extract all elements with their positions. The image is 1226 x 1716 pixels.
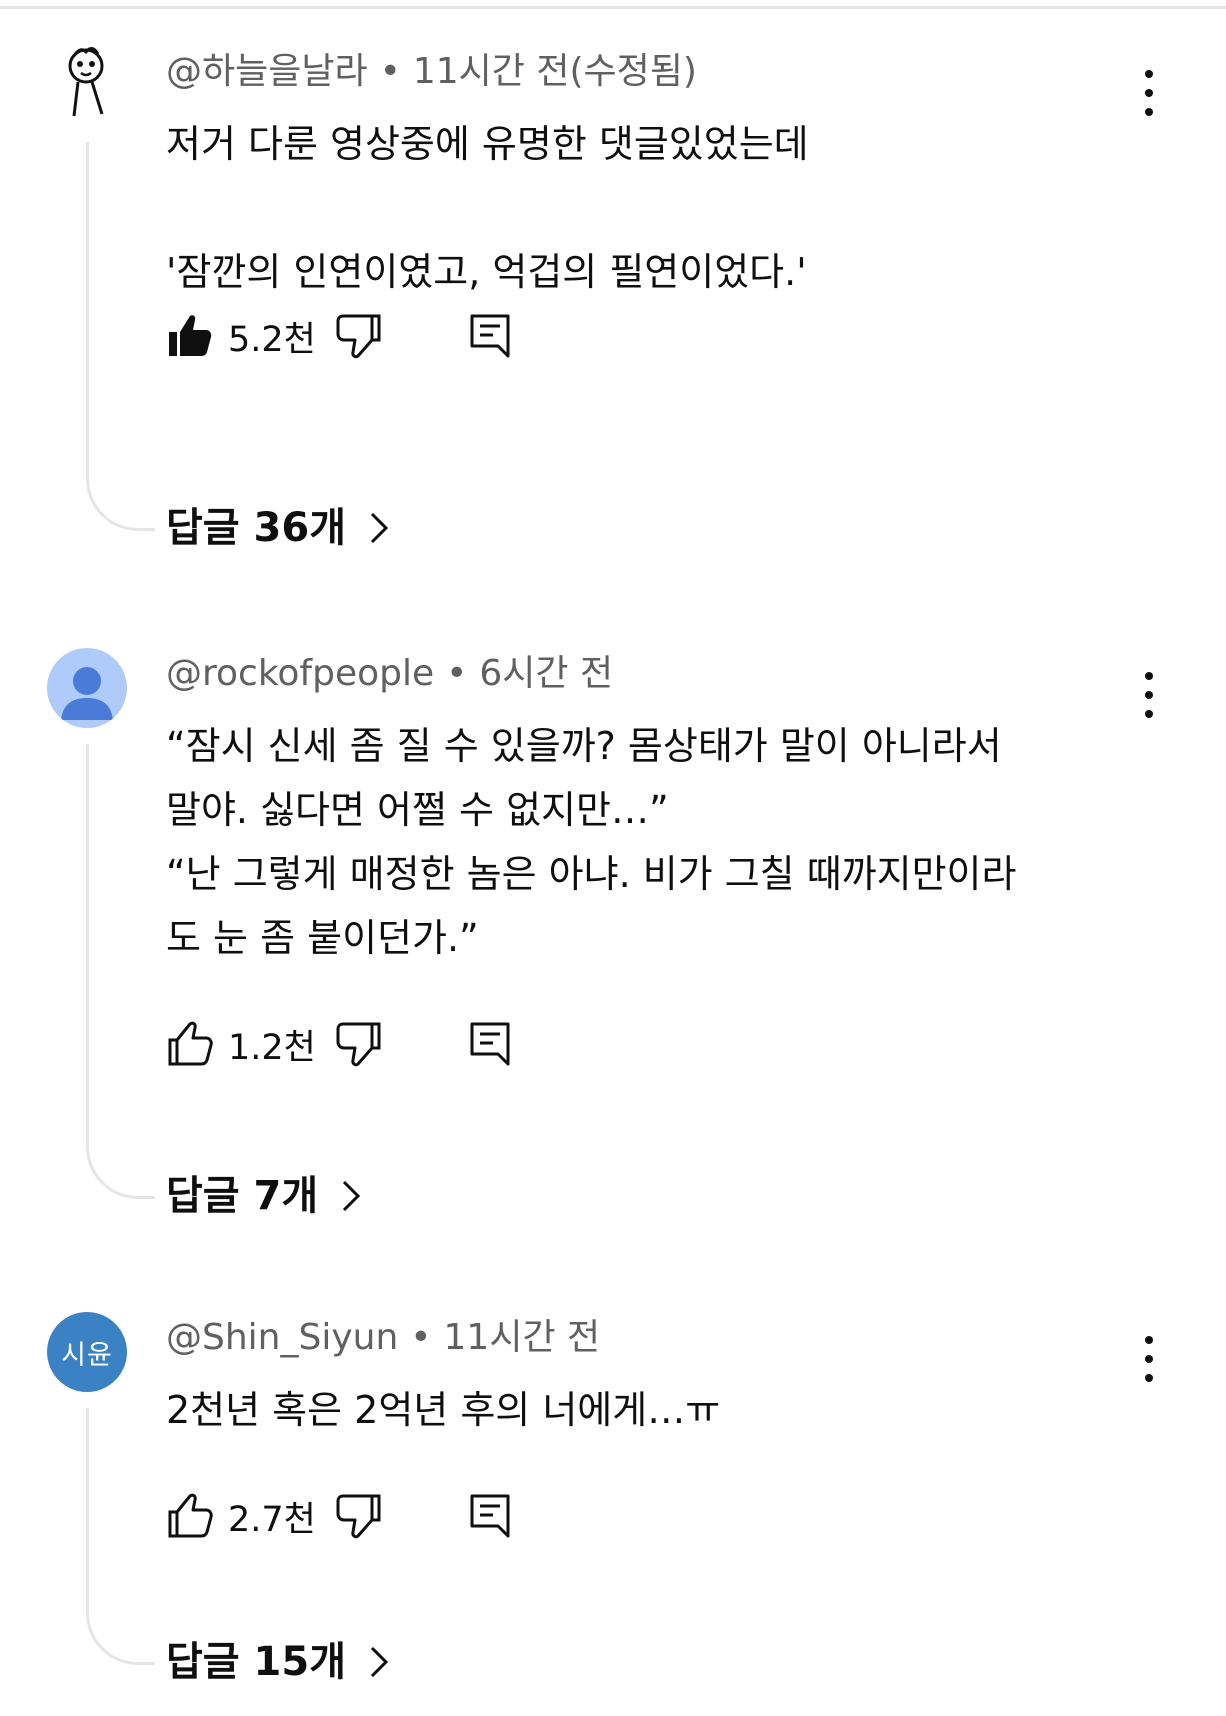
thumbs-up-icon[interactable] <box>166 312 214 360</box>
thumbs-down-icon[interactable] <box>335 312 383 360</box>
avatar[interactable] <box>47 648 127 728</box>
comment-line: 저거 다룬 영상중에 유명한 댓글있었는데 <box>166 122 809 166</box>
comment-body: “잠시 신세 좀 질 수 있을까? 몸상태가 말이 아니라서 말야. 싫다면 어… <box>166 714 1126 970</box>
replies-label: 답글 36개 <box>166 505 346 551</box>
comment-line: 2천년 혹은 2억년 후의 너에게…ㅠ <box>166 1388 721 1432</box>
timestamp[interactable]: 11시간 전(수정됨) <box>413 51 697 92</box>
view-replies-button[interactable]: 답글 7개 <box>166 1168 362 1224</box>
doodle-avatar-icon <box>68 47 104 117</box>
chevron-right-icon <box>343 1180 361 1212</box>
comment-line: 도 눈 좀 붙이던가.” <box>166 916 479 960</box>
meta-separator: • <box>379 51 401 92</box>
replies-label: 답글 7개 <box>166 1173 319 1219</box>
author-handle[interactable]: @하늘을날라 <box>166 51 368 92</box>
comment-line <box>166 176 1126 240</box>
comment-line: '잠깐의 인연이였고, 억겁의 필연이었다.' <box>166 250 807 294</box>
avatar[interactable] <box>47 46 127 126</box>
like-count: 1.2천 <box>228 1028 316 1068</box>
chevron-right-icon <box>370 512 389 544</box>
more-vertical-icon[interactable] <box>1135 672 1163 718</box>
like-count: 2.7천 <box>228 1500 316 1540</box>
author-handle[interactable]: @rockofpeople <box>166 653 434 694</box>
comment-line: 말야. 싫다면 어쩔 수 없지만…” <box>166 788 669 832</box>
top-divider <box>0 6 1226 9</box>
comment-actions: 5.2천 <box>166 312 566 368</box>
more-vertical-icon[interactable] <box>1135 70 1163 116</box>
thumbs-down-icon[interactable] <box>335 1492 383 1540</box>
meta-separator: • <box>446 653 468 694</box>
thumbs-up-icon[interactable] <box>166 1492 214 1540</box>
reply-comment-icon[interactable] <box>468 312 512 360</box>
comment-item: @rockofpeople • 6시간 전 “잠시 신세 좀 질 수 있을까? 몸상… <box>0 648 1226 1228</box>
thumbs-up-icon[interactable] <box>166 1020 214 1068</box>
thumbs-down-icon[interactable] <box>335 1020 383 1068</box>
thread-line <box>86 744 155 1199</box>
comment-line: “난 그렇게 매정한 놈은 아냐. 비가 그칠 때까지만이라 <box>166 852 1017 896</box>
comment-item: @하늘을날라 • 11시간 전(수정됨) 저거 다룬 영상중에 유명한 댓글있었는데… <box>0 46 1226 566</box>
default-profile-icon <box>61 667 113 720</box>
thread-line <box>86 1408 155 1665</box>
chevron-right-icon <box>370 1646 389 1678</box>
avatar[interactable]: 시윤 <box>47 1312 127 1392</box>
reply-comment-icon[interactable] <box>468 1492 512 1540</box>
author-handle[interactable]: @Shin_Siyun <box>166 1317 398 1358</box>
comment-header: @Shin_Siyun • 11시간 전 <box>166 1315 600 1361</box>
comment-actions: 1.2천 <box>166 1020 566 1076</box>
view-replies-button[interactable]: 답글 36개 <box>166 500 390 556</box>
replies-label: 답글 15개 <box>166 1639 346 1685</box>
comment-header: @하늘을날라 • 11시간 전(수정됨) <box>166 49 697 95</box>
view-replies-button[interactable]: 답글 15개 <box>166 1634 390 1690</box>
timestamp[interactable]: 6시간 전 <box>479 653 613 694</box>
more-vertical-icon[interactable] <box>1135 1336 1163 1382</box>
comment-item: 시윤 @Shin_Siyun • 11시간 전 2천년 혹은 2억년 후의 너에게…… <box>0 1312 1226 1712</box>
comment-body: 2천년 혹은 2억년 후의 너에게…ㅠ <box>166 1378 1126 1442</box>
comment-actions: 2.7천 <box>166 1492 566 1548</box>
timestamp[interactable]: 11시간 전 <box>444 1317 601 1358</box>
thread-line <box>86 142 155 531</box>
reply-comment-icon[interactable] <box>468 1020 512 1068</box>
like-count: 5.2천 <box>228 320 316 360</box>
comment-header: @rockofpeople • 6시간 전 <box>166 651 613 697</box>
avatar-initials: 시윤 <box>61 1339 113 1371</box>
meta-separator: • <box>410 1317 432 1358</box>
comment-body: 저거 다룬 영상중에 유명한 댓글있었는데 '잠깐의 인연이였고, 억겁의 필연… <box>166 112 1126 304</box>
comment-line: “잠시 신세 좀 질 수 있을까? 몸상태가 말이 아니라서 <box>166 724 1002 768</box>
